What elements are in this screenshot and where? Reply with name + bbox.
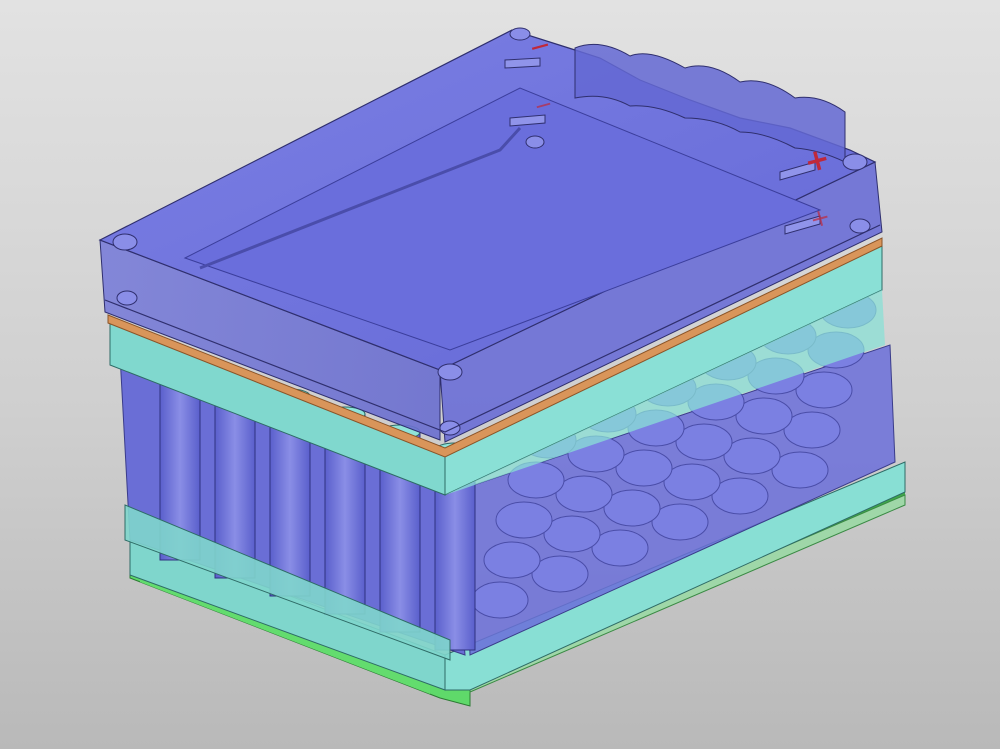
cell-top — [495, 501, 553, 539]
cell-top — [483, 541, 541, 579]
battery-pack-model: − − + + — [98, 27, 906, 707]
cell-top — [471, 581, 529, 619]
cad-viewport[interactable]: − − + + — [0, 0, 1000, 749]
